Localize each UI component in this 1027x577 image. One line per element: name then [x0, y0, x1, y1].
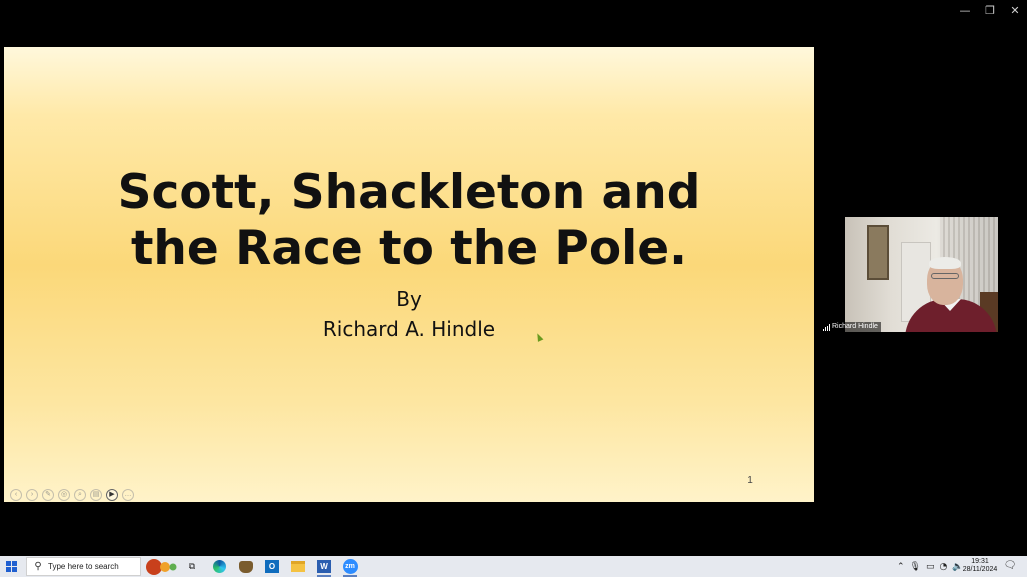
windows-taskbar: ⚲ Type here to search ⧉ O W zm ⌃ 🎙 ▭ ◔ 🔈…	[0, 556, 1027, 577]
signal-strength-icon	[823, 323, 830, 331]
clock-time: 19:31	[971, 558, 989, 565]
restore-button[interactable]: ❐	[979, 2, 1001, 20]
search-placeholder: Type here to search	[48, 562, 119, 571]
slide-title: Scott, Shackleton and the Race to the Po…	[4, 165, 814, 277]
pen-icon[interactable]: ✎	[42, 489, 54, 501]
desktop-screen: — ❐ ✕ Scott, Shackleton and the Race to …	[0, 0, 1027, 577]
task-view-button[interactable]: ⧉	[183, 558, 201, 575]
slide-byline: By	[396, 287, 422, 311]
taskbar-clock[interactable]: 19:31 28/11/2024	[962, 558, 998, 574]
slide-title-line-1: Scott, Shackleton and	[117, 165, 701, 220]
windows-logo-icon	[6, 561, 11, 566]
close-button[interactable]: ✕	[1004, 2, 1026, 20]
minimize-button[interactable]: —	[954, 2, 976, 20]
microphone-icon[interactable]: 🎙	[910, 562, 921, 572]
more-icon[interactable]: …	[122, 489, 134, 501]
start-button[interactable]	[3, 559, 21, 574]
taskbar-search[interactable]: ⚲ Type here to search	[26, 557, 141, 576]
edge-icon	[212, 560, 226, 573]
zoom-app-button[interactable]: zm	[341, 558, 359, 577]
video-picture-frame	[867, 225, 889, 280]
wifi-icon[interactable]: ◔	[940, 562, 948, 572]
outlook-icon: O	[265, 560, 279, 573]
video-person-hair	[929, 257, 961, 269]
word-icon: W	[317, 560, 331, 573]
zoom-icon: zm	[342, 559, 358, 574]
folder-icon	[291, 561, 305, 572]
word-app-button[interactable]: W	[315, 558, 333, 577]
pointer-icon[interactable]: ◎	[58, 489, 70, 501]
search-icon: ⚲	[34, 561, 42, 572]
participant-name-tag: Richard Hindle	[820, 322, 881, 332]
game-icon	[239, 560, 253, 573]
clock-date: 28/11/2024	[962, 566, 998, 573]
outlook-app-button[interactable]: O	[263, 558, 281, 575]
video-person-glasses	[931, 273, 959, 279]
system-tray: ⌃ 🎙 ▭ ◔ 🔈	[897, 558, 964, 575]
edge-app-button[interactable]	[210, 558, 228, 575]
battery-icon[interactable]: ▭	[926, 562, 935, 572]
zoom-icon[interactable]: ⌕	[74, 489, 86, 501]
slide-title-line-2: the Race to the Pole.	[130, 221, 688, 276]
camera-icon[interactable]: ▶	[106, 489, 118, 501]
slide-control-toolbar: ‹ › ✎ ◎ ⌕ ▤ ▶ …	[10, 489, 134, 501]
forward-icon[interactable]: ›	[26, 489, 38, 501]
presentation-slide[interactable]: Scott, Shackleton and the Race to the Po…	[4, 47, 814, 502]
slides-icon[interactable]: ▤	[90, 489, 102, 501]
notification-center-icon[interactable]: 🗨	[1003, 559, 1017, 573]
game-app-button[interactable]	[237, 558, 255, 575]
weather-widget-icon[interactable]	[144, 558, 178, 575]
file-explorer-app-button[interactable]	[289, 558, 307, 575]
slide-page-number: 1	[747, 475, 753, 486]
participant-name: Richard Hindle	[832, 323, 878, 330]
chevron-up-icon[interactable]: ⌃	[897, 562, 905, 572]
slide-author: Richard A. Hindle	[322, 317, 496, 341]
participant-video[interactable]	[845, 217, 998, 332]
back-icon[interactable]: ‹	[10, 489, 22, 501]
